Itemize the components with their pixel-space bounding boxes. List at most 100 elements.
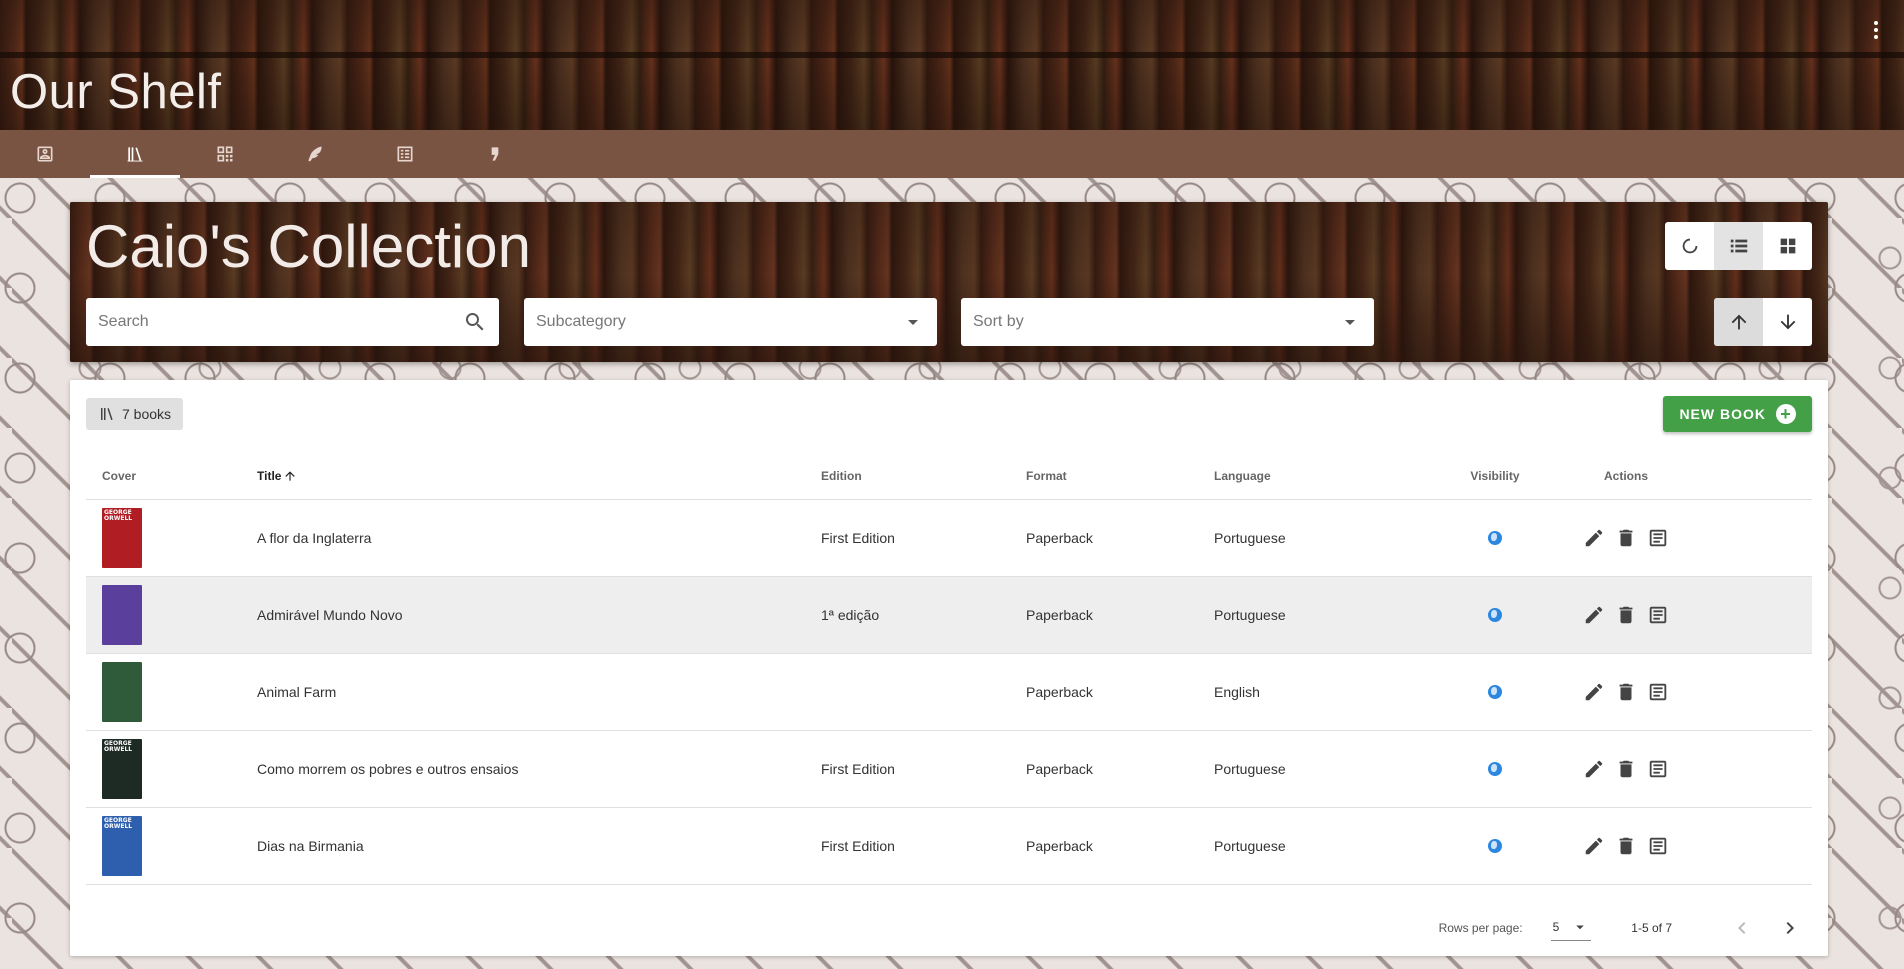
cover-cell: GEORGE ORWELL [86, 816, 241, 876]
table-row[interactable]: GEORGE ORWELL A flor da Inglaterra First E… [86, 500, 1812, 577]
actions-cell [1550, 681, 1812, 703]
edition-cell: First Edition [821, 761, 895, 777]
delete-button[interactable] [1615, 681, 1637, 703]
format-cell: Paperback [1026, 761, 1093, 777]
dropdown-arrow-icon [1345, 320, 1355, 325]
column-header-actions: Actions [1604, 468, 1649, 483]
table-row[interactable]: GEORGE ORWELL Como morrem os pobres e out… [86, 731, 1812, 808]
details-icon [1649, 837, 1667, 855]
title-cell: Admirável Mundo Novo [257, 607, 403, 623]
next-page-button[interactable] [1778, 916, 1802, 940]
book-count-label: 7 books [122, 406, 172, 422]
view-mode-toggle [1665, 222, 1812, 270]
actions-cell [1550, 527, 1812, 549]
title-cell: Dias na Birmania [257, 838, 364, 854]
dropdown-arrow-icon [1576, 925, 1585, 929]
sort-by-select[interactable]: Sort by [961, 298, 1374, 346]
language-cell: English [1214, 684, 1260, 700]
add-circle-icon: + [1776, 404, 1796, 424]
rows-per-page-value: 5 [1552, 919, 1560, 934]
column-header-title[interactable]: Title [241, 469, 805, 483]
format-cell: Paperback [1026, 607, 1093, 623]
actions-cell [1550, 604, 1812, 626]
refresh-icon [1682, 238, 1697, 254]
edit-icon [1585, 683, 1603, 701]
details-icon [1649, 683, 1667, 701]
column-header-edition[interactable]: Edition [805, 469, 1010, 483]
edit-button[interactable] [1583, 758, 1605, 780]
more-menu-icon[interactable] [1864, 18, 1888, 42]
edit-button[interactable] [1583, 835, 1605, 857]
details-button[interactable] [1647, 835, 1669, 857]
previous-page-button[interactable] [1730, 916, 1754, 940]
sort-descending-button[interactable] [1763, 298, 1812, 346]
list-view-button[interactable] [1714, 222, 1763, 270]
dashboard-icon [217, 146, 233, 162]
subcategory-placeholder: Subcategory [536, 313, 626, 330]
details-icon [1649, 529, 1667, 547]
delete-icon [1619, 837, 1633, 855]
details-button[interactable] [1647, 681, 1669, 703]
quote-icon [491, 147, 499, 161]
tab-library[interactable] [90, 130, 180, 178]
delete-icon [1619, 606, 1633, 624]
column-header-visibility[interactable]: Visibility [1440, 469, 1550, 483]
delete-button[interactable] [1615, 604, 1637, 626]
cover-cell: GEORGE ORWELL [86, 508, 241, 568]
tab-profile[interactable] [0, 130, 90, 178]
title-cell: Animal Farm [257, 684, 337, 700]
details-button[interactable] [1647, 604, 1669, 626]
delete-icon [1619, 760, 1633, 778]
sort-ascending-button[interactable] [1714, 298, 1763, 346]
format-cell: Paperback [1026, 838, 1093, 854]
table-row[interactable]: Animal Farm Paperback English [86, 654, 1812, 731]
edit-button[interactable] [1583, 681, 1605, 703]
refresh-button[interactable] [1665, 222, 1714, 270]
tab-publishers[interactable] [360, 130, 450, 178]
grid-icon [1780, 238, 1795, 254]
table-row[interactable]: Admirável Mundo Novo 1ª edição Paperback Po… [86, 577, 1812, 654]
book-cover-image: GEORGE ORWELL [102, 508, 142, 568]
page-range: 1-5 of 7 [1631, 921, 1672, 935]
language-cell: Portuguese [1214, 607, 1286, 623]
tab-dashboard[interactable] [180, 130, 270, 178]
delete-button[interactable] [1615, 835, 1637, 857]
edit-icon [1585, 606, 1603, 624]
format-cell: Paperback [1026, 684, 1093, 700]
visibility-cell [1440, 685, 1550, 699]
new-book-button[interactable]: NEW BOOK + [1663, 396, 1812, 432]
grid-view-button[interactable] [1763, 222, 1812, 270]
search-input[interactable]: Search [86, 298, 499, 346]
book-cover-image: GEORGE ORWELL [102, 739, 142, 799]
table-row[interactable]: GEORGE ORWELL Dias na Birmania First Editi… [86, 808, 1812, 885]
table-header: Cover Title Edition Format Language Visi… [86, 452, 1812, 500]
column-header-format[interactable]: Format [1010, 469, 1198, 483]
pen-icon [308, 146, 322, 162]
subcategory-select[interactable]: Subcategory [524, 298, 937, 346]
profile-icon [37, 146, 53, 162]
rows-per-page-label: Rows per page: [1438, 921, 1523, 935]
chevron-left-icon [1738, 922, 1746, 934]
edit-button[interactable] [1583, 604, 1605, 626]
edit-button[interactable] [1583, 527, 1605, 549]
public-globe-icon [1488, 839, 1502, 853]
sort-direction-toggle [1714, 298, 1812, 346]
details-button[interactable] [1647, 527, 1669, 549]
dropdown-arrow-icon [908, 320, 918, 325]
delete-button[interactable] [1615, 758, 1637, 780]
column-header-language[interactable]: Language [1198, 469, 1440, 483]
books-table-card: 7 books NEW BOOK + Cover Title Edition F… [70, 380, 1828, 956]
delete-button[interactable] [1615, 527, 1637, 549]
rows-per-page-select[interactable]: 5 [1550, 916, 1592, 941]
collection-header: Caio's Collection Search Subcategory Sor… [70, 202, 1828, 362]
edition-cell: First Edition [821, 530, 895, 546]
tab-authors[interactable] [270, 130, 360, 178]
column-header-cover: Cover [102, 468, 137, 483]
actions-cell [1550, 758, 1812, 780]
details-icon [1649, 760, 1667, 778]
cover-cell [86, 585, 241, 645]
format-cell: Paperback [1026, 530, 1093, 546]
details-button[interactable] [1647, 758, 1669, 780]
tab-quotes[interactable] [450, 130, 540, 178]
chevron-right-icon [1786, 922, 1794, 934]
